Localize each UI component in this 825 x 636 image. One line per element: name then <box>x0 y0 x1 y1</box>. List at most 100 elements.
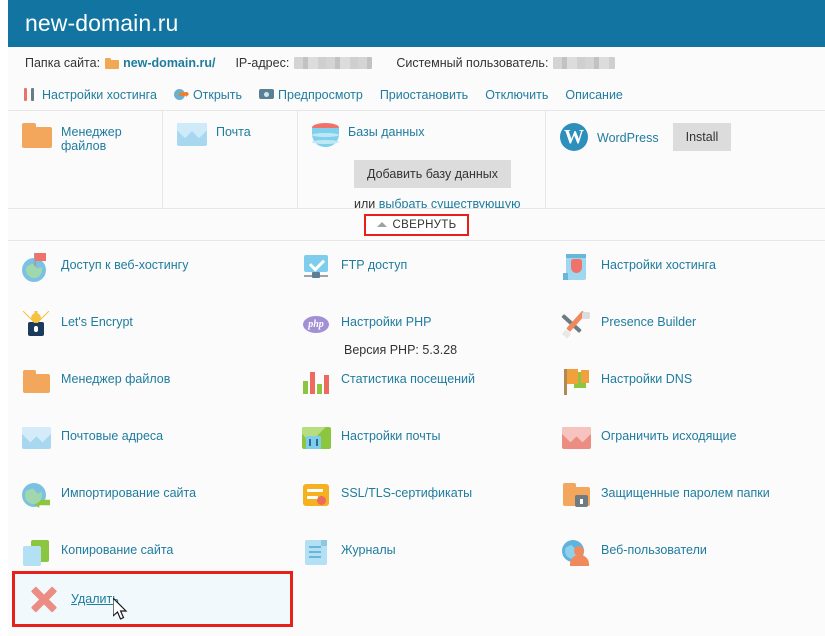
grid-item-label: Настройки PHP <box>341 315 432 329</box>
fork-knife-icon <box>23 87 38 102</box>
site-folder-label: Папка сайта: <box>25 56 101 70</box>
tile-databases: Базы данных Добавить базу данных или выб… <box>298 111 546 212</box>
grid-item-label: Let's Encrypt <box>61 315 133 329</box>
toolbar-label: Отключить <box>485 87 549 102</box>
collapse-bar: СВЕРНУТЬ <box>8 208 825 241</box>
grid-item-label: Почтовые адреса <box>61 429 164 443</box>
toolbar-item-open[interactable]: Открыть <box>173 87 243 102</box>
tile-label: WordPress <box>597 131 659 145</box>
wordpress-icon: W <box>560 123 588 151</box>
ssl-certificate-icon <box>302 481 331 510</box>
grid-item-label: Импортирование сайта <box>61 486 197 500</box>
site-folder-link[interactable]: new-domain.ru/ <box>123 56 215 70</box>
grid-item-hosting-settings[interactable]: Настройки хостинга <box>548 241 825 298</box>
tile-mail[interactable]: Почта <box>163 111 298 208</box>
grid-item-limit-outgoing[interactable]: Ограничить исходящие <box>548 412 825 469</box>
grid-item-label: SSL/TLS-сертификаты <box>341 486 473 500</box>
dns-flags-icon <box>562 367 591 396</box>
toolbar-label: Приостановить <box>379 87 469 102</box>
grid-item-label: Presence Builder <box>601 315 697 329</box>
grid-item-label: Настройки почты <box>341 429 441 443</box>
delete-row: Удалить <box>8 571 825 636</box>
delete-item[interactable]: Удалить <box>12 571 293 627</box>
hosting-shield-icon <box>562 253 591 282</box>
toolbar-label: Настройки хостинга <box>42 87 157 102</box>
tile-label: Базы данных <box>348 125 425 139</box>
tile-wordpress: W WordPress Install <box>546 111 825 208</box>
wordpress-install-button[interactable]: Install <box>672 123 732 151</box>
red-x-icon <box>27 583 59 615</box>
red-envelope-icon <box>562 427 591 449</box>
toolbar-item-hosting-settings[interactable]: Настройки хостинга <box>23 87 157 102</box>
system-user-value-redacted <box>553 57 616 69</box>
grid-item-mail-addresses[interactable]: Почтовые адреса <box>8 412 288 469</box>
grid-item-label: Настройки DNS <box>601 372 693 386</box>
grid-item-password-protected-dirs[interactable]: Защищенные паролем папки <box>548 469 825 526</box>
site-import-icon <box>22 481 51 510</box>
collapse-label: СВЕРНУТЬ <box>392 218 457 231</box>
bar-chart-icon <box>302 367 331 396</box>
grid-item-visitor-statistics[interactable]: Статистика посещений <box>288 355 548 412</box>
grid-item-dns-settings[interactable]: Настройки DNS <box>548 355 825 412</box>
grid-item-label: Копирование сайта <box>61 543 174 557</box>
folder-icon <box>22 367 51 396</box>
toolbar-label: Открыть <box>192 87 243 102</box>
grid-item-label: Менеджер файлов <box>61 372 171 386</box>
site-copy-icon <box>22 538 51 567</box>
action-toolbar: Настройки хостинга Открыть Предпросмотр … <box>8 79 825 110</box>
grid-row: Доступ к веб-хостингу FTP доступ Настрой… <box>8 241 825 298</box>
toolbar-item-disable[interactable]: Отключить <box>485 88 548 102</box>
grid-item-label: Настройки хостинга <box>601 258 716 272</box>
page-left-margin <box>0 0 8 636</box>
grid-item-label: Ограничить исходящие <box>601 429 737 443</box>
grid-item-lets-encrypt[interactable]: Let's Encrypt <box>8 298 288 355</box>
plesk-domain-panel: new-domain.ru Папка сайта: new-domain.ru… <box>0 0 825 636</box>
collapse-button[interactable]: СВЕРНУТЬ <box>363 213 470 236</box>
grid-item-php-settings[interactable]: Настройки PHP Версия PHP: 5.3.28 <box>288 298 548 357</box>
grid-item-mail-settings[interactable]: Настройки почты <box>288 412 548 469</box>
grid-item-file-manager[interactable]: Менеджер файлов <box>8 355 288 412</box>
quick-tiles-row: Менеджер файлов Почта Базы данных Добави… <box>8 110 825 212</box>
domain-info-bar: Папка сайта: new-domain.ru/ IP-адрес: Си… <box>8 47 825 79</box>
pencil-hammer-icon <box>561 310 591 339</box>
grid-row: Импортирование сайта SSL/TLS-сертификаты… <box>8 469 825 526</box>
grid-row: Let's Encrypt Настройки PHP Версия PHP: … <box>8 298 825 357</box>
ip-address-label: IP-адрес: <box>235 56 290 70</box>
system-user-label: Системный пользователь: <box>396 56 549 70</box>
domain-banner: new-domain.ru <box>8 0 825 47</box>
grid-item-label: Веб-пользователи <box>601 543 707 557</box>
green-envelope-icon <box>302 427 331 449</box>
grid-item-site-import[interactable]: Импортирование сайта <box>8 469 288 526</box>
grid-row: Почтовые адреса Настройки почты Ограничи… <box>8 412 825 469</box>
envelope-icon <box>177 123 207 146</box>
grid-item-label: Защищенные паролем папки <box>601 486 770 500</box>
add-database-button[interactable]: Добавить базу данных <box>354 160 511 188</box>
tools-grid: Доступ к веб-хостингу FTP доступ Настрой… <box>8 241 825 571</box>
tile-file-manager[interactable]: Менеджер файлов <box>8 111 163 208</box>
logs-document-icon <box>302 538 331 567</box>
open-arrow-icon <box>173 87 189 102</box>
toolbar-item-preview[interactable]: Предпросмотр <box>259 87 363 102</box>
delete-label[interactable]: Удалить <box>71 592 119 606</box>
grid-item-ssl-certificates[interactable]: SSL/TLS-сертификаты <box>288 469 548 526</box>
grid-item-presence-builder[interactable]: Presence Builder <box>548 298 825 355</box>
ip-address-value-redacted <box>294 57 373 69</box>
grid-item-ftp-access[interactable]: FTP доступ <box>288 241 548 298</box>
globe-flag-icon <box>22 253 51 282</box>
tile-label: Менеджер файлов <box>61 125 122 153</box>
tile-label: Почта <box>216 125 251 139</box>
page-title: new-domain.ru <box>25 10 179 36</box>
grid-item-label: Статистика посещений <box>341 372 476 386</box>
mouse-cursor <box>113 598 128 620</box>
ftp-folder-icon <box>302 253 331 282</box>
toolbar-label: Предпросмотр <box>278 87 363 102</box>
toolbar-label: Описание <box>565 87 623 102</box>
folder-lock-icon <box>562 481 591 510</box>
folder-icon <box>22 123 52 148</box>
chevron-up-icon <box>376 222 387 227</box>
toolbar-item-description[interactable]: Описание <box>565 88 623 102</box>
database-icon <box>312 123 339 151</box>
grid-item-web-hosting-access[interactable]: Доступ к веб-хостингу <box>8 241 288 298</box>
preview-monitor-icon <box>259 87 275 102</box>
toolbar-item-suspend[interactable]: Приостановить <box>380 88 468 102</box>
